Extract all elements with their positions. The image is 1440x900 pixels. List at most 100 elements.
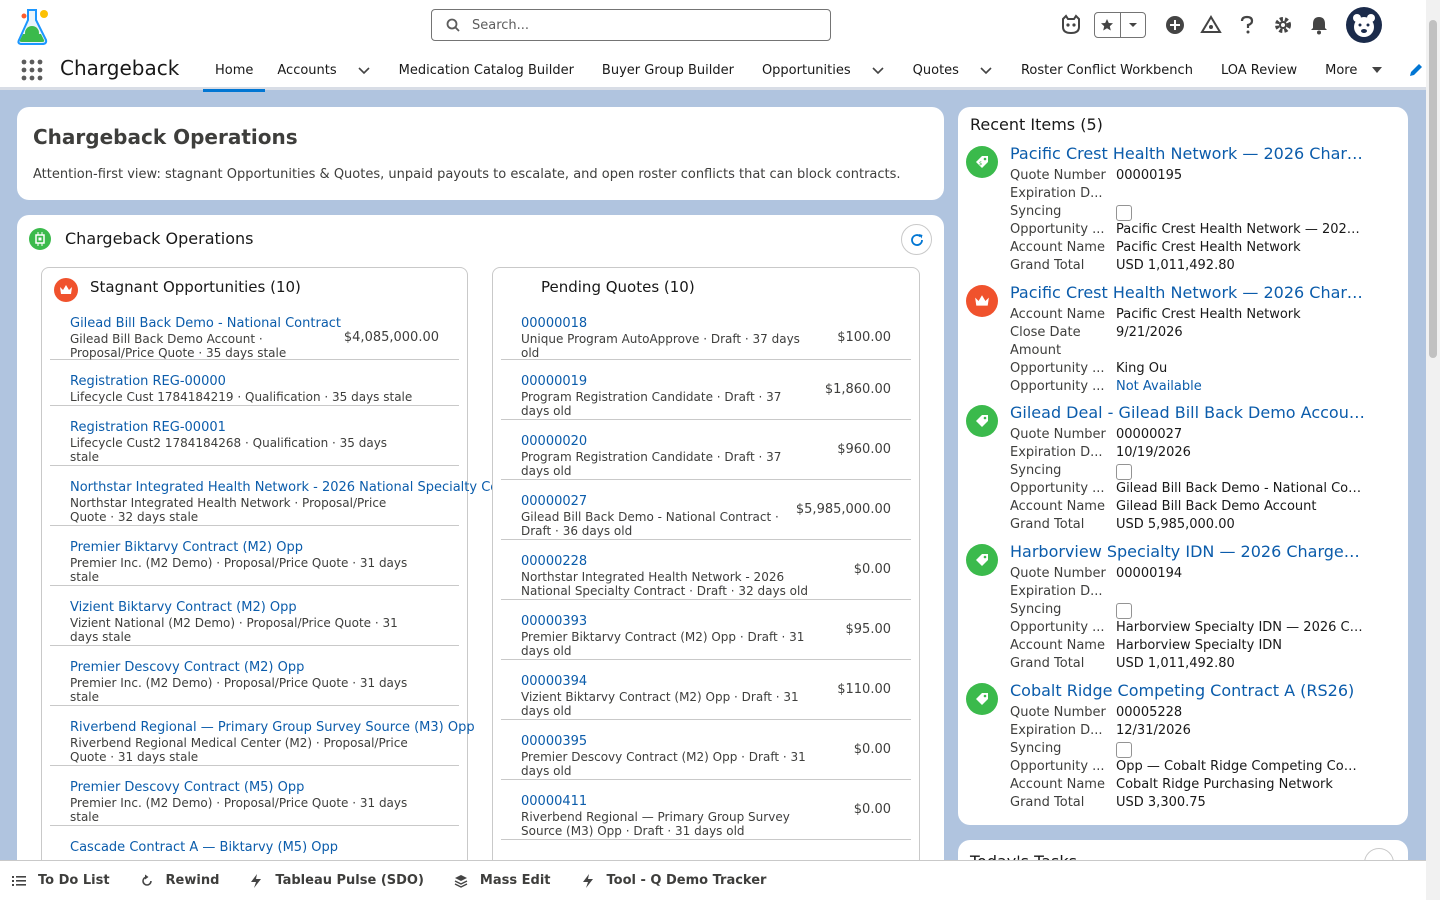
panel-header: Stagnant Opportunities (10) xyxy=(42,268,467,310)
tab-label: Medication Catalog Builder xyxy=(398,62,574,78)
tab-quotes[interactable]: Quotes xyxy=(897,50,1005,90)
field-label: Quote Number xyxy=(1010,705,1106,720)
field-label: Close Date xyxy=(1010,325,1081,340)
einstein-icon[interactable] xyxy=(1056,10,1086,40)
pending-quotes-panel: Pending Quotes (10) 00000018 Unique Prog… xyxy=(492,267,920,887)
quote-link[interactable]: 00000411 xyxy=(521,794,899,810)
rewind-icon xyxy=(140,874,154,888)
utility-mass-edit[interactable]: Mass Edit xyxy=(454,873,551,888)
tab-more[interactable]: More xyxy=(1309,50,1397,90)
list-item: 00000027 Gilead Bill Back Demo - Nationa… xyxy=(501,480,911,540)
recent-item-link[interactable]: Pacific Crest Health Network — 2026 Char… xyxy=(1010,144,1365,163)
app-logo-icon[interactable] xyxy=(14,6,56,46)
field-value-link[interactable]: Not Available xyxy=(1116,379,1364,397)
caret-down-icon[interactable] xyxy=(1371,63,1385,77)
chevron-down-icon[interactable] xyxy=(871,63,885,77)
field-label: Expiration D... xyxy=(1010,584,1103,599)
recent-item-link[interactable]: Pacific Crest Health Network — 2026 Char… xyxy=(1010,283,1365,302)
tab-roster-conflict-workbench[interactable]: Roster Conflict Workbench xyxy=(1005,50,1205,90)
tab-medication-catalog-builder[interactable]: Medication Catalog Builder xyxy=(383,50,586,90)
quote-link[interactable]: 00000393 xyxy=(521,614,899,630)
opportunity-link[interactable]: Riverbend Regional — Primary Group Surve… xyxy=(70,720,475,736)
quote-link[interactable]: 00000228 xyxy=(521,554,899,570)
field-value: Harborview Specialty IDN — 2026 Chargeba… xyxy=(1116,620,1364,635)
field-value: 00000027 xyxy=(1116,427,1183,442)
tab-label: LOA Review xyxy=(1220,62,1298,78)
scroll-thumb[interactable] xyxy=(1429,20,1437,358)
field-value: Opp — Cobalt Ridge Competing Contract A xyxy=(1116,759,1364,774)
tab-home[interactable]: Home xyxy=(203,50,266,92)
edit-nav-pencil-icon[interactable] xyxy=(1408,62,1424,78)
utility-rewind[interactable]: Rewind xyxy=(140,873,219,888)
opportunity-meta: Lifecycle Cust2 1784184268 · Qualificati… xyxy=(70,436,388,464)
field-label: Opportunity ... xyxy=(1010,361,1105,376)
quote-amount: $1,860.00 xyxy=(824,382,891,397)
quote-meta: Premier Descovy Contract (M2) Opp · Draf… xyxy=(521,750,806,778)
opportunity-link[interactable]: Premier Descovy Contract (M2) Opp xyxy=(70,660,447,676)
quote-link[interactable]: 00000395 xyxy=(521,734,899,750)
help-icon[interactable] xyxy=(1232,10,1262,40)
field-label: Opportunity ... xyxy=(1010,759,1105,774)
global-create-icon[interactable] xyxy=(1160,10,1190,40)
opportunity-link[interactable]: Cascade Contract A — Biktarvy (M5) Opp xyxy=(70,840,447,856)
field-value: Pacific Crest Health Network xyxy=(1116,240,1301,255)
chevron-down-icon[interactable] xyxy=(979,63,993,77)
field-label: Quote Number xyxy=(1010,566,1106,581)
syncing-checkbox xyxy=(1116,742,1132,758)
chevron-down-icon[interactable] xyxy=(357,63,371,77)
user-avatar[interactable] xyxy=(1346,7,1382,43)
field-value: USD 3,300.75 xyxy=(1116,795,1206,810)
refresh-button[interactable] xyxy=(901,224,932,255)
opportunity-meta: Premier Inc. (M2 Demo) · Proposal/Price … xyxy=(70,796,408,824)
page-scrollbar[interactable] xyxy=(1426,0,1440,900)
quote-meta: Riverbend Regional — Primary Group Surve… xyxy=(521,810,790,838)
quote-amount: $95.00 xyxy=(845,622,892,637)
app-launcher-icon[interactable] xyxy=(20,58,44,82)
field-value: USD 1,011,492.80 xyxy=(1116,656,1235,671)
quote-amount: $0.00 xyxy=(853,562,891,577)
field-value: Gilead Bill Back Demo Account xyxy=(1116,499,1317,514)
svg-text:$: $ xyxy=(979,161,982,167)
list-item: 00000395 Premier Descovy Contract (M2) O… xyxy=(501,720,911,780)
tab-buyer-group-builder[interactable]: Buyer Group Builder xyxy=(586,50,746,90)
nav-tabs: Home Accounts Medication Catalog Builder… xyxy=(203,50,1397,92)
search-input[interactable] xyxy=(470,16,810,34)
setup-gear-icon[interactable] xyxy=(1268,10,1298,40)
tab-opportunities[interactable]: Opportunities xyxy=(746,50,897,90)
notifications-bell-icon[interactable] xyxy=(1304,10,1334,40)
field-label: Account Name xyxy=(1010,638,1105,653)
tab-accounts[interactable]: Accounts xyxy=(265,50,382,90)
field-label: Syncing xyxy=(1010,741,1062,756)
field-label: Opportunity ... xyxy=(1010,379,1105,394)
recent-item-link[interactable]: Gilead Deal - Gilead Bill Back Demo Acco… xyxy=(1010,403,1365,422)
opportunity-link[interactable]: Premier Biktarvy Contract (M2) Opp xyxy=(70,540,447,556)
utility-to-do-list[interactable]: To Do List xyxy=(12,873,110,888)
field-value: 00000195 xyxy=(1116,168,1183,183)
tab-loa-review[interactable]: LOA Review xyxy=(1205,50,1309,90)
opportunity-link[interactable]: Premier Descovy Contract (M5) Opp xyxy=(70,780,447,796)
quote-meta: Northstar Integrated Health Network - 20… xyxy=(521,570,808,598)
opportunity-link[interactable]: Registration REG-00000 xyxy=(70,374,447,390)
favorite-star-icon[interactable] xyxy=(1095,13,1120,37)
field-label: Expiration D... xyxy=(1010,445,1103,460)
utility-tableau-pulse[interactable]: Tableau Pulse (SDO) xyxy=(249,873,424,888)
quote-list: 00000018 Unique Program AutoApprove · Dr… xyxy=(501,314,911,840)
global-search[interactable] xyxy=(431,9,831,41)
opportunity-list: Gilead Bill Back Demo - National Contrac… xyxy=(50,314,498,886)
recent-item-link[interactable]: Harborview Specialty IDN — 2026 Chargeba… xyxy=(1010,542,1365,561)
opportunity-link[interactable]: Northstar Integrated Health Network - 20… xyxy=(70,480,498,496)
list-item: Premier Descovy Contract (M2) Opp Premie… xyxy=(50,646,459,706)
panel-title: Pending Quotes (10) xyxy=(541,278,695,296)
quote-tag-icon xyxy=(966,544,998,576)
opportunity-link[interactable]: Registration REG-00001 xyxy=(70,420,447,436)
utility-q-demo-tracker[interactable]: Tool - Q Demo Tracker xyxy=(581,873,766,888)
recent-item-link[interactable]: Cobalt Ridge Competing Contract A (RS26) xyxy=(1010,681,1365,700)
opportunity-amount: $4,085,000.00 xyxy=(343,330,439,345)
quote-meta: Program Registration Candidate · Draft ·… xyxy=(521,450,782,478)
field-label: Account Name xyxy=(1010,307,1105,322)
list-item: 00000228 Northstar Integrated Health Net… xyxy=(501,540,911,600)
opportunity-link[interactable]: Vizient Biktarvy Contract (M2) Opp xyxy=(70,600,447,616)
tab-label: Buyer Group Builder xyxy=(601,62,734,78)
trailhead-icon[interactable] xyxy=(1196,10,1226,40)
favorites-dropdown-icon[interactable] xyxy=(1119,13,1146,37)
